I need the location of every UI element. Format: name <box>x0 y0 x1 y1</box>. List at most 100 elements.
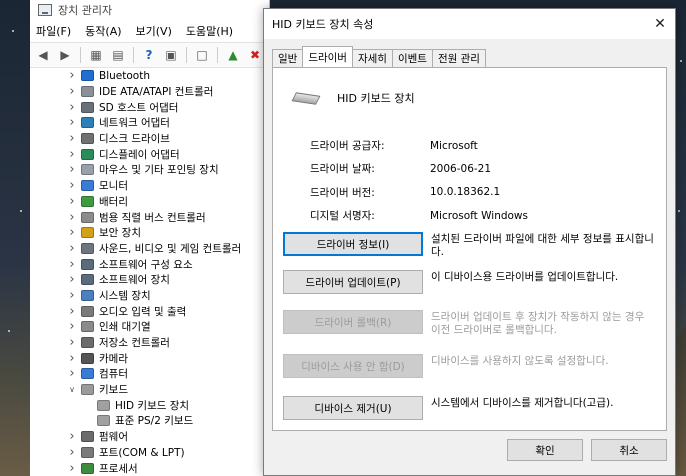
device-category-icon <box>81 289 94 301</box>
tree-item-label: 컴퓨터 <box>99 368 128 381</box>
chevron-right-icon[interactable]: › <box>66 319 78 334</box>
menu-item[interactable]: 동작(A) <box>85 23 121 39</box>
chevron-right-icon[interactable]: › <box>66 131 78 146</box>
chevron-right-icon[interactable]: › <box>66 100 78 115</box>
tree-category[interactable]: › 카메라 <box>30 350 270 366</box>
chevron-right-icon[interactable]: › <box>66 147 78 162</box>
tree-category[interactable]: › 시스템 장치 <box>30 288 270 304</box>
help-icon[interactable]: ? <box>140 46 158 64</box>
chevron-right-icon[interactable]: › <box>66 68 78 83</box>
tree-item-label: 배터리 <box>99 195 128 208</box>
chevron-right-icon[interactable]: › <box>66 115 78 130</box>
tree-category[interactable]: › 저장소 컨트롤러 <box>30 335 270 351</box>
tab-4[interactable]: 전원 관리 <box>431 49 486 67</box>
chevron-right-icon[interactable]: › <box>66 335 78 350</box>
driver-action-button[interactable]: 드라이버 정보(I) <box>283 232 423 256</box>
tree-category[interactable]: › 네트워크 어댑터 <box>30 115 270 131</box>
tree-category[interactable]: › 오디오 입력 및 출력 <box>30 303 270 319</box>
chevron-right-icon[interactable]: › <box>66 225 78 240</box>
info-value: Microsoft <box>430 139 478 152</box>
device-category-icon <box>81 337 94 349</box>
chevron-right-icon[interactable]: › <box>66 429 78 444</box>
tree-category[interactable]: › 보안 장치 <box>30 225 270 241</box>
tree-category[interactable]: › Bluetooth <box>30 68 270 84</box>
chevron-right-icon[interactable]: › <box>66 366 78 381</box>
tree-item-label: 표준 PS/2 키보드 <box>115 415 194 428</box>
star <box>12 30 14 32</box>
tree-category[interactable]: › 디스플레이 어댑터 <box>30 146 270 162</box>
tree-child-item[interactable]: ›표준 PS/2 키보드 <box>30 413 270 429</box>
tab-0[interactable]: 일반 <box>272 49 304 67</box>
chevron-right-icon[interactable]: › <box>66 162 78 177</box>
tree-item-label: 보안 장치 <box>99 227 141 240</box>
chevron-right-icon[interactable]: › <box>66 210 78 225</box>
chevron-right-icon[interactable]: › <box>66 461 78 476</box>
chevron-right-icon[interactable]: › <box>66 178 78 193</box>
tree-category[interactable]: › 마우스 및 기타 포인팅 장치 <box>30 162 270 178</box>
chevron-right-icon[interactable]: › <box>66 84 78 99</box>
menu-item[interactable]: 파일(F) <box>36 23 71 39</box>
forward-arrow-icon[interactable]: ▶ <box>56 46 74 64</box>
tree-category[interactable]: › 모니터 <box>30 178 270 194</box>
tree-category[interactable]: › 펌웨어 <box>30 429 270 445</box>
tree-category[interactable]: › 디스크 드라이브 <box>30 131 270 147</box>
toolbar-separator <box>133 47 134 63</box>
tree-view-icon[interactable]: ▦ <box>87 46 105 64</box>
list-view-icon[interactable]: ▣ <box>162 46 180 64</box>
tree-category[interactable]: › 사운드, 비디오 및 게임 컨트롤러 <box>30 241 270 257</box>
tree-category[interactable]: › SD 호스트 어댑터 <box>30 99 270 115</box>
tab-1[interactable]: 드라이버 <box>302 46 353 67</box>
chevron-down-icon[interactable]: ∨ <box>66 385 78 394</box>
device-category-icon <box>81 242 94 254</box>
device-category-icon <box>81 274 94 286</box>
device-manager-title: 장치 관리자 <box>58 4 113 17</box>
monitor-icon[interactable]: □ <box>193 46 211 64</box>
chevron-right-icon[interactable]: › <box>66 272 78 287</box>
info-value: 2006-06-21 <box>430 162 492 175</box>
tree-item-label: 네트워크 어댑터 <box>99 117 170 130</box>
back-arrow-icon[interactable]: ◀ <box>34 46 52 64</box>
tree-category[interactable]: › 배터리 <box>30 194 270 210</box>
chevron-right-icon[interactable]: › <box>66 304 78 319</box>
driver-action-button[interactable]: 디바이스 제거(U) <box>283 396 423 420</box>
chevron-right-icon[interactable]: › <box>66 194 78 209</box>
action-description: 설치된 드라이버 파일에 대한 세부 정보를 표시합니다. <box>431 233 654 258</box>
ok-button[interactable]: 확인 <box>507 439 583 461</box>
uninstall-x-icon[interactable]: ✖ <box>246 46 264 64</box>
info-label: 디지털 서명자: <box>310 210 375 223</box>
tree-category[interactable]: › 소프트웨어 장치 <box>30 272 270 288</box>
tab-3[interactable]: 이벤트 <box>391 49 433 67</box>
menu-item[interactable]: 보기(V) <box>136 23 172 39</box>
update-driver-icon[interactable]: ▲ <box>224 46 242 64</box>
chevron-right-icon[interactable]: › <box>66 445 78 460</box>
device-manager-titlebar: 장치 관리자 <box>30 0 269 20</box>
toolbar: ◀ ▶ ▦ ▤ ? ▣ □ ▲ ✖ <box>30 42 269 68</box>
chevron-right-icon[interactable]: › <box>66 241 78 256</box>
properties-icon[interactable]: ▤ <box>109 46 127 64</box>
tree-category[interactable]: › 소프트웨어 구성 요소 <box>30 256 270 272</box>
driver-action-button[interactable]: 드라이버 업데이트(P) <box>283 270 423 294</box>
tree-category[interactable]: ∨ 키보드 <box>30 382 270 398</box>
tree-category[interactable]: › 포트(COM & LPT) <box>30 445 270 461</box>
star <box>8 330 10 332</box>
tree-item-label: 디스크 드라이브 <box>99 133 170 146</box>
device-manager-window: 장치 관리자 파일(F) 동작(A) 보기(V) 도움말(H) ◀ ▶ ▦ ▤ ? ▣… <box>30 0 270 476</box>
menu-item[interactable]: 도움말(H) <box>186 23 233 39</box>
tree-category[interactable]: › IDE ATA/ATAPI 컨트롤러 <box>30 84 270 100</box>
close-icon[interactable]: ✕ <box>651 15 669 33</box>
chevron-right-icon[interactable]: › <box>66 288 78 303</box>
tree-item-label: 키보드 <box>99 384 128 397</box>
cancel-button[interactable]: 취소 <box>591 439 667 461</box>
tree-category[interactable]: › 인쇄 대기열 <box>30 319 270 335</box>
tab-2[interactable]: 자세히 <box>351 49 393 67</box>
device-category-icon <box>81 227 94 239</box>
chevron-right-icon[interactable]: › <box>66 257 78 272</box>
action-description: 시스템에서 디바이스를 제거합니다(고급). <box>431 397 614 409</box>
tree-category[interactable]: › 컴퓨터 <box>30 366 270 382</box>
tree-category[interactable]: › 프로세서 <box>30 460 270 476</box>
tree-child-item[interactable]: ›HID 키보드 장치 <box>30 397 270 413</box>
tree-category[interactable]: › 범용 직렬 버스 컨트롤러 <box>30 209 270 225</box>
menu-bar: 파일(F) 동작(A) 보기(V) 도움말(H) <box>30 20 269 42</box>
chevron-right-icon[interactable]: › <box>66 351 78 366</box>
action-row: 디바이스 제거(U) 시스템에서 디바이스를 제거합니다(고급). <box>283 396 663 420</box>
